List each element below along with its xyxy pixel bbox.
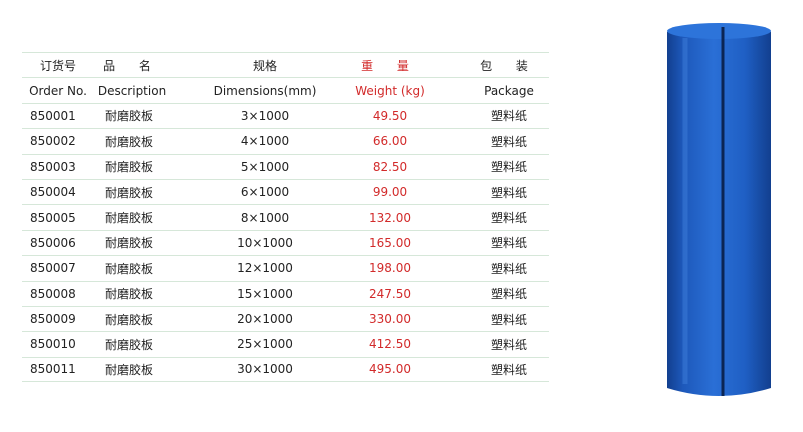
cell-weight: 495.00 [369,362,411,377]
header-description-en: Description [97,83,167,98]
cell-weight: 412.50 [369,337,411,352]
table-row: 850010 耐磨胶板 25×1000 412.50 塑料纸 [22,331,549,356]
cell-order-no: 850006 [30,235,76,250]
rubber-roll-image [667,23,771,396]
cell-package: 塑料纸 [490,160,527,175]
table-row: 850004 耐磨胶板 6×1000 99.00 塑料纸 [22,178,549,204]
header-package-zh: 包 装 [480,58,538,73]
cell-package: 塑料纸 [490,185,527,200]
table-row: 850009 耐磨胶板 20×1000 330.00 塑料纸 [22,305,549,331]
cell-description: 耐磨胶板 [105,312,154,327]
cell-weight: 198.00 [369,261,411,276]
header-row-zh: 订货号 品 名 规格 重 量 包 装 [22,52,549,77]
cell-dimensions: 5×1000 [240,159,290,174]
cell-order-no: 850003 [30,159,76,174]
cell-dimensions: 15×1000 [237,286,293,301]
header-package-en: Package [484,83,534,98]
table-row: 850007 耐磨胶板 12×1000 198.00 塑料纸 [22,255,549,280]
table-row: 850005 耐磨胶板 8×1000 132.00 塑料纸 [22,204,549,229]
spec-table: 订货号 品 名 规格 重 量 包 装 Order No. Description… [22,52,549,383]
cell-package: 塑料纸 [490,211,527,226]
cell-description: 耐磨胶板 [105,287,154,302]
cell-order-no: 850001 [30,108,76,123]
cell-description: 耐磨胶板 [105,160,154,175]
cell-package: 塑料纸 [490,109,527,124]
cell-package: 塑料纸 [490,134,527,149]
cell-dimensions: 6×1000 [240,185,290,200]
cell-dimensions: 12×1000 [237,261,293,276]
table-row: 850002 耐磨胶板 4×1000 66.00 塑料纸 [22,128,549,153]
cell-order-no: 850004 [30,185,76,200]
cell-order-no: 850009 [30,312,76,327]
cell-description: 耐磨胶板 [105,261,154,276]
cell-description: 耐磨胶板 [105,211,154,226]
header-dimensions-zh: 规格 [252,58,277,73]
cell-weight: 82.50 [372,159,408,174]
cell-order-no: 850010 [30,337,76,352]
cell-order-no: 850002 [30,134,76,149]
header-weight-zh: 重 量 [361,58,419,73]
cell-dimensions: 20×1000 [237,312,293,327]
cell-dimensions: 10×1000 [237,235,293,250]
header-weight-en: Weight (kg) [355,83,425,98]
table-row: 850003 耐磨胶板 5×1000 82.50 塑料纸 [22,153,549,179]
cell-description: 耐磨胶板 [105,236,154,251]
cell-dimensions: 4×1000 [240,134,290,149]
table-row: 850008 耐磨胶板 15×1000 247.50 塑料纸 [22,280,549,306]
header-order-no-en: Order No. [29,83,87,98]
cell-dimensions: 3×1000 [240,108,290,123]
cell-description: 耐磨胶板 [105,185,154,200]
cell-order-no: 850007 [30,261,76,276]
table-row: 850011 耐磨胶板 30×1000 495.00 塑料纸 [22,356,549,383]
cell-dimensions: 25×1000 [237,337,293,352]
cell-package: 塑料纸 [490,236,527,251]
table-row: 850001 耐磨胶板 3×1000 49.50 塑料纸 [22,102,549,128]
cell-weight: 330.00 [369,312,411,327]
cell-order-no: 850005 [30,210,76,225]
header-row-en: Order No. Description Dimensions(mm) Wei… [22,77,549,102]
cell-order-no: 850008 [30,286,76,301]
cell-description: 耐磨胶板 [105,109,154,124]
cell-description: 耐磨胶板 [105,134,154,149]
roll-top-edge [667,23,771,39]
cell-weight: 165.00 [369,235,411,250]
cell-package: 塑料纸 [490,312,527,327]
cell-weight: 99.00 [372,185,408,200]
cell-description: 耐磨胶板 [105,362,154,377]
cell-weight: 132.00 [369,210,411,225]
cell-weight: 66.00 [372,134,408,149]
cell-dimensions: 30×1000 [237,362,293,377]
cell-description: 耐磨胶板 [105,337,154,352]
cell-package: 塑料纸 [490,337,527,352]
header-dimensions-en: Dimensions(mm) [213,83,317,98]
cell-dimensions: 8×1000 [240,210,290,225]
cell-order-no: 850011 [30,362,76,377]
table-body: 850001 耐磨胶板 3×1000 49.50 塑料纸 850002 耐磨胶板 4×1000… [22,102,549,383]
header-order-no-zh: 订货号 [39,58,76,73]
header-description-zh: 品 名 [103,58,161,73]
cell-package: 塑料纸 [490,261,527,276]
cell-package: 塑料纸 [490,362,527,377]
cell-weight: 49.50 [372,108,408,123]
cell-package: 塑料纸 [490,287,527,302]
table-row: 850006 耐磨胶板 10×1000 165.00 塑料纸 [22,229,549,255]
cell-weight: 247.50 [369,286,411,301]
